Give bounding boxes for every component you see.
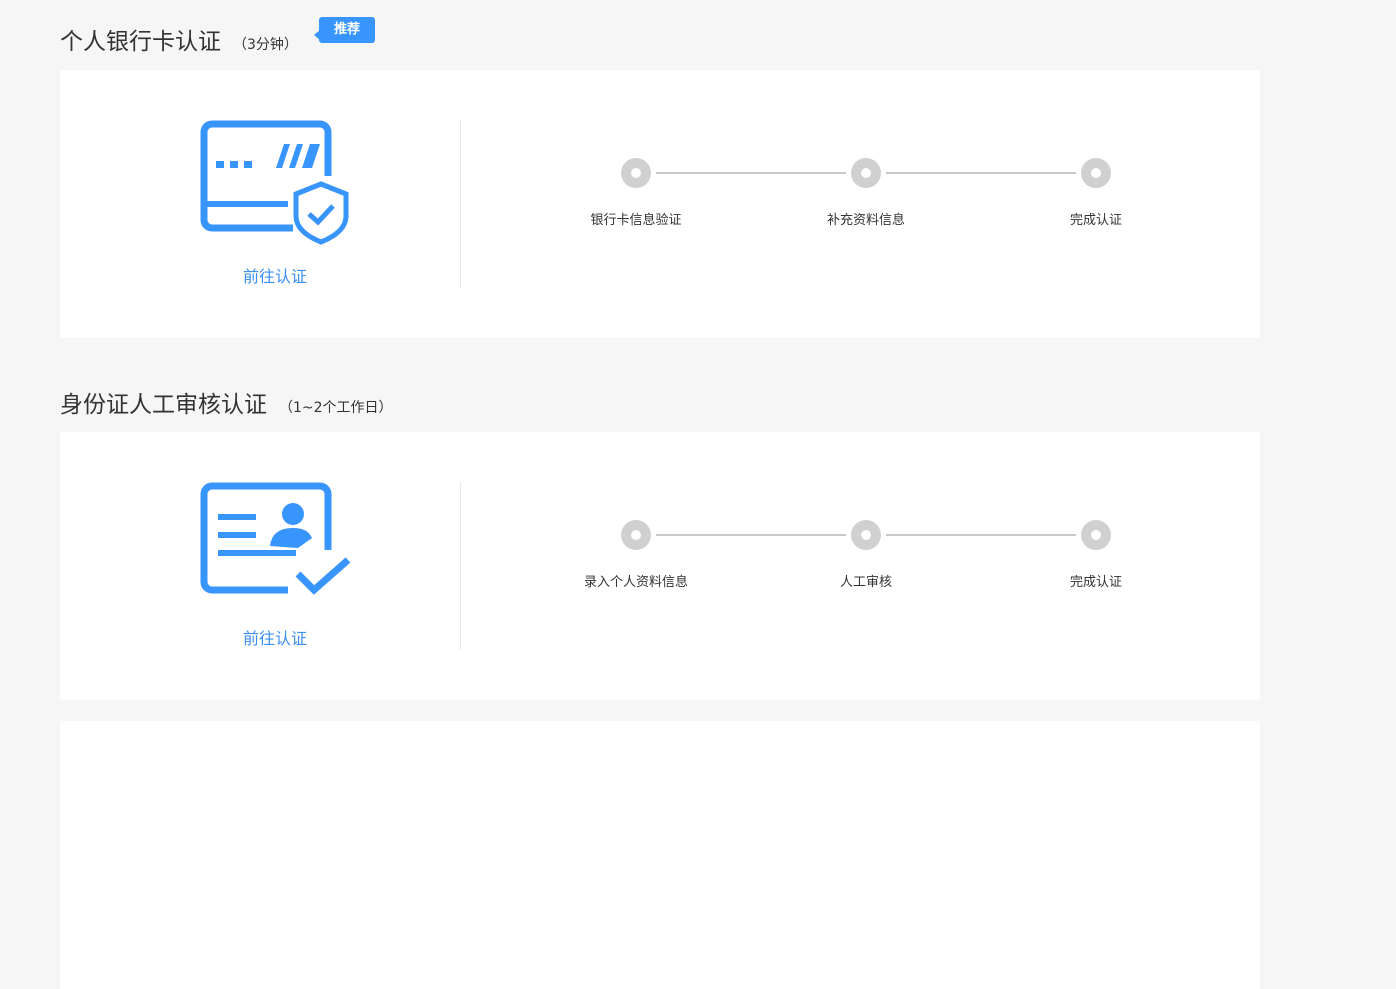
section-duration: （3分钟） [233, 37, 298, 53]
recommend-badge: 推荐 [314, 17, 375, 43]
step-1-dot [621, 158, 651, 188]
go-verify-link[interactable]: 前往认证 [200, 263, 350, 287]
step-connector [886, 172, 1076, 174]
step-connector [656, 172, 846, 174]
step-2-dot [851, 158, 881, 188]
section-duration: （1~2个工作日） [279, 400, 393, 416]
step-connector [886, 534, 1076, 536]
step-3-label: 完成认证 [1069, 213, 1122, 228]
section-heading: 个人银行卡认证 [60, 29, 221, 55]
section-title-id: 身份证人工审核认证 （1~2个工作日） [60, 385, 393, 419]
section-heading: 身份证人工审核认证 [60, 392, 267, 418]
section-title-bank: 个人银行卡认证 （3分钟） [60, 22, 298, 56]
divider [460, 120, 461, 288]
step-connector [656, 534, 846, 536]
step-3-label: 完成认证 [1069, 575, 1122, 590]
go-verify-link[interactable]: 前往认证 [200, 625, 350, 649]
step-3-dot [1081, 158, 1111, 188]
step-1-dot [621, 520, 651, 550]
step-3-dot [1081, 520, 1111, 550]
step-1-label: 录入个人资料信息 [583, 575, 688, 590]
id-card-verification-card: 前往认证 录入个人资料信息 人工审核 完成认证 [60, 432, 1260, 700]
step-1-label: 银行卡信息验证 [590, 213, 682, 228]
id-card-check-icon [200, 482, 351, 595]
step-2-dot [851, 520, 881, 550]
bank-card-verification-card: 前往认证 银行卡信息验证 补充资料信息 完成认证 [60, 70, 1260, 338]
step-2-label: 人工审核 [839, 575, 892, 590]
step-2-label: 补充资料信息 [826, 213, 905, 228]
bank-card-shield-icon [200, 120, 349, 245]
next-verification-card [60, 721, 1260, 989]
divider [460, 482, 461, 650]
